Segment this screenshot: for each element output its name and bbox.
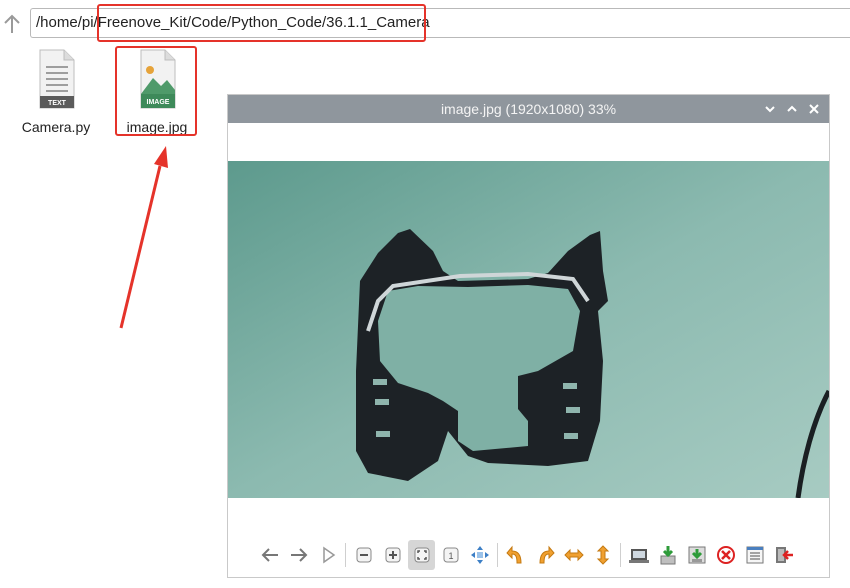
zoom-out-button[interactable] — [350, 540, 377, 570]
fullscreen-icon — [470, 546, 489, 564]
toolbar-separator — [620, 543, 621, 567]
up-button[interactable] — [0, 6, 24, 40]
next-button[interactable] — [285, 540, 312, 570]
window-title: image.jpg (1920x1080) 33% — [440, 101, 617, 117]
svg-text:1: 1 — [448, 551, 453, 561]
flip-vertical-button[interactable] — [589, 540, 616, 570]
previous-icon — [261, 548, 278, 562]
fit-button[interactable] — [408, 540, 435, 570]
save-button[interactable] — [654, 540, 681, 570]
rotate-left-button[interactable] — [502, 540, 529, 570]
save-as-button[interactable] — [683, 540, 710, 570]
close-icon — [809, 104, 819, 114]
file-name: Camera.py — [21, 119, 91, 135]
quit-button[interactable] — [770, 540, 797, 570]
toolbar-separator — [345, 543, 346, 567]
minimize-icon — [765, 106, 775, 113]
rotate-right-icon — [538, 545, 555, 564]
file-camera-py[interactable]: TEXT Camera.py — [14, 48, 98, 135]
previous-button[interactable] — [256, 540, 283, 570]
original-size-icon: 1 — [443, 547, 458, 563]
flip-vertical-icon — [596, 545, 609, 565]
rotate-left-icon — [505, 545, 522, 564]
annotation-arrow — [119, 146, 168, 329]
path-prefix: /home/pi/ — [36, 14, 98, 31]
close-button[interactable] — [803, 95, 825, 123]
preferences-icon — [746, 546, 763, 564]
quit-icon — [775, 547, 793, 563]
slideshow-icon — [322, 546, 335, 564]
slideshow-button[interactable] — [314, 540, 341, 570]
path-highlight-box — [97, 4, 426, 42]
toolbar-separator — [497, 543, 498, 567]
flip-horizontal-button[interactable] — [560, 540, 587, 570]
svg-text:TEXT: TEXT — [48, 100, 67, 107]
viewer-toolbar: 1 — [256, 538, 806, 572]
zoom-in-icon — [385, 547, 400, 563]
next-icon — [290, 548, 307, 562]
minimize-button[interactable] — [759, 95, 781, 123]
open-file-button[interactable] — [625, 540, 652, 570]
photo-content — [228, 161, 829, 498]
fullscreen-button[interactable] — [466, 540, 493, 570]
preferences-button[interactable] — [741, 540, 768, 570]
file-highlight-box — [115, 46, 197, 136]
titlebar[interactable]: image.jpg (1920x1080) 33% — [228, 95, 829, 123]
fit-icon — [414, 547, 429, 563]
delete-icon — [716, 546, 735, 564]
zoom-in-button[interactable] — [379, 540, 406, 570]
delete-button[interactable] — [712, 540, 739, 570]
text-file-icon: TEXT — [39, 49, 75, 109]
maximize-button[interactable] — [781, 95, 803, 123]
save-as-icon — [688, 546, 705, 564]
image-viewer-window: image.jpg (1920x1080) 33% 1 — [227, 94, 830, 578]
maximize-icon — [787, 105, 797, 112]
rotate-right-button[interactable] — [531, 540, 558, 570]
arrow-up-icon — [4, 14, 20, 33]
zoom-out-icon — [356, 547, 371, 563]
save-icon — [660, 546, 675, 565]
open-file-icon — [628, 549, 649, 563]
flip-horizontal-icon — [563, 548, 584, 562]
original-size-button[interactable]: 1 — [437, 540, 464, 570]
